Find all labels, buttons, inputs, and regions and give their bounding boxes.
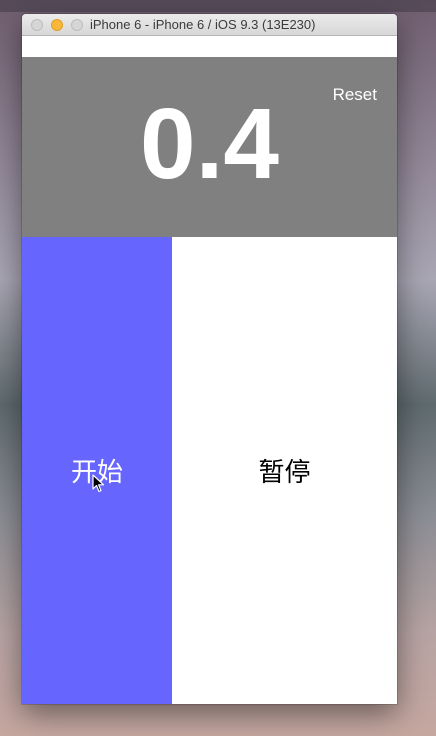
- pause-label: 暂停: [258, 458, 311, 488]
- traffic-zoom-icon[interactable]: [71, 19, 83, 31]
- desktop-menubar: [0, 0, 436, 12]
- window-titlebar: iPhone 6 - iPhone 6 / iOS 9.3 (13E230): [22, 14, 397, 36]
- mouse-cursor-icon: [92, 474, 105, 493]
- traffic-minimize-icon[interactable]: [51, 19, 63, 31]
- traffic-close-icon[interactable]: [31, 19, 43, 31]
- window-title: iPhone 6 - iPhone 6 / iOS 9.3 (13E230): [90, 17, 316, 32]
- app-screen: Reset 0.4 开始 暂停: [22, 36, 397, 704]
- start-button[interactable]: 开始: [22, 237, 172, 704]
- pause-button[interactable]: 暂停: [172, 237, 397, 704]
- elapsed-time: 0.4: [139, 88, 279, 200]
- simulator-window: iPhone 6 - iPhone 6 / iOS 9.3 (13E230) R…: [22, 14, 397, 704]
- time-display-panel: Reset 0.4: [22, 57, 397, 237]
- status-bar: [22, 36, 397, 57]
